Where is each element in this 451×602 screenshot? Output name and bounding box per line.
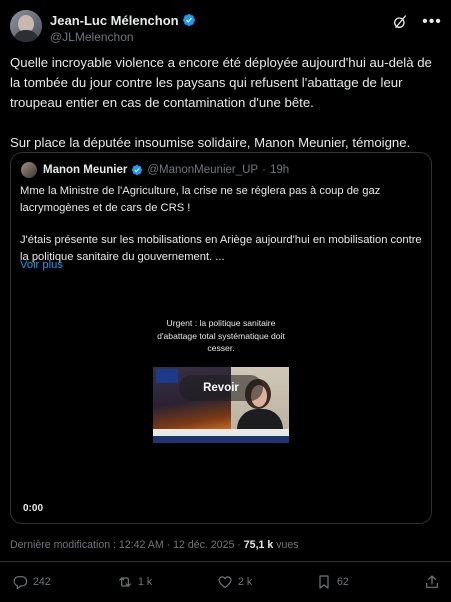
reply-button[interactable]: 242 xyxy=(12,574,51,590)
see-more-link[interactable]: Voir plus xyxy=(20,259,63,271)
video-player[interactable]: Urgent : la politique sanitaire d'abatta… xyxy=(11,277,431,523)
views-label: vues xyxy=(273,539,299,551)
share-icon xyxy=(426,575,438,588)
bookmark-count: 62 xyxy=(337,576,349,588)
divider xyxy=(0,561,451,562)
quote-avatar xyxy=(21,162,37,178)
quote-paragraph: Mme la Ministre de l'Agriculture, la cri… xyxy=(20,185,381,214)
action-bar: 242 1 k 2 k 62 xyxy=(10,570,442,594)
replay-button[interactable]: Revoir xyxy=(179,375,263,401)
quote-paragraph: J'étais présente sur les mobilisations e… xyxy=(20,234,422,263)
header-actions: ••• xyxy=(391,10,441,34)
tweet-meta: Dernière modification : 12:42 AM · 12 dé… xyxy=(10,539,299,551)
reply-icon xyxy=(13,576,28,590)
tweet-paragraph: Sur place la députée insoumise solidaire… xyxy=(10,135,411,150)
bookmark-icon xyxy=(319,575,329,589)
quote-handle: @ManonMeunier_UP xyxy=(147,164,259,176)
tweet-header: Jean-Luc Mélenchon @JLMelenchon ••• xyxy=(10,8,441,48)
name-row: Jean-Luc Mélenchon xyxy=(50,13,196,28)
video-caption: Urgent : la politique sanitaire d'abatta… xyxy=(157,318,285,353)
quote-text: Mme la Ministre de l'Agriculture, la cri… xyxy=(20,183,425,281)
quote-separator: · xyxy=(262,164,266,176)
repost-icon xyxy=(119,577,131,587)
like-button[interactable]: 2 k xyxy=(217,574,252,590)
reply-count: 242 xyxy=(33,576,51,588)
tweet-paragraph: Quelle incroyable violence a encore été … xyxy=(10,55,432,110)
quoted-tweet[interactable]: Manon Meunier @ManonMeunier_UP · 19h Mme… xyxy=(10,152,432,524)
heart-icon xyxy=(218,576,232,588)
tweet-detail: Jean-Luc Mélenchon @JLMelenchon ••• Quel… xyxy=(0,0,451,602)
author-display-name[interactable]: Jean-Luc Mélenchon xyxy=(50,13,179,28)
bookmark-button[interactable]: 62 xyxy=(316,574,349,590)
verified-badge-icon xyxy=(182,14,195,26)
video-timestamp: 0:00 xyxy=(23,503,44,514)
share-button[interactable] xyxy=(424,574,440,590)
avatar[interactable] xyxy=(10,10,42,42)
like-count: 2 k xyxy=(238,576,253,588)
author-names: Jean-Luc Mélenchon @JLMelenchon xyxy=(50,8,196,48)
repost-button[interactable]: 1 k xyxy=(117,574,152,590)
channel-logo-icon xyxy=(156,369,178,383)
edit-timestamp[interactable]: Dernière modification : 12:42 AM · 12 dé… xyxy=(10,539,244,551)
views-count: 75,1 k xyxy=(243,539,274,551)
quote-display-name: Manon Meunier xyxy=(43,164,128,176)
repost-count: 1 k xyxy=(138,576,153,588)
more-icon[interactable]: ••• xyxy=(422,13,441,31)
quote-time: 19h xyxy=(269,164,290,176)
verified-badge-icon xyxy=(132,164,143,176)
quote-header: Manon Meunier @ManonMeunier_UP · 19h xyxy=(21,162,289,178)
grok-icon[interactable] xyxy=(391,13,409,31)
author-handle[interactable]: @JLMelenchon xyxy=(50,30,196,44)
